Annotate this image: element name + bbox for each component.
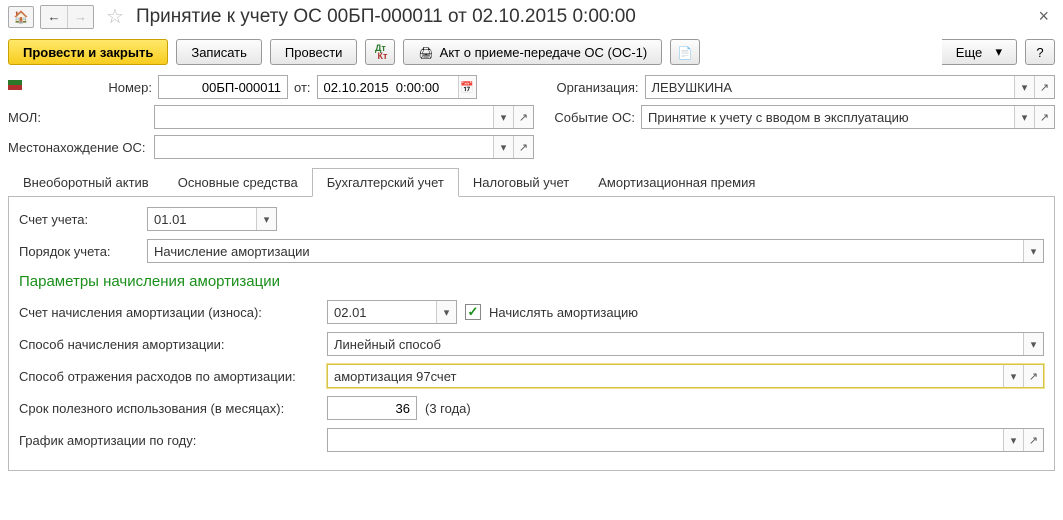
mol-value bbox=[155, 106, 493, 128]
tab-bonus[interactable]: Амортизационная премия bbox=[583, 168, 770, 197]
print-icon bbox=[418, 45, 433, 60]
method-value: Линейный способ bbox=[328, 333, 1023, 355]
schedule-field[interactable]: ▾ ↗ bbox=[327, 428, 1044, 452]
order-value: Начисление амортизации bbox=[148, 240, 1023, 262]
write-button[interactable]: Записать bbox=[176, 39, 262, 65]
event-value: Принятие к учету с вводом в эксплуатацию bbox=[642, 106, 1014, 128]
help-button[interactable]: ? bbox=[1025, 39, 1055, 65]
method-label: Способ начисления амортизации: bbox=[19, 337, 319, 352]
tab-accounting[interactable]: Бухгалтерский учет bbox=[312, 168, 459, 197]
from-label: от: bbox=[294, 80, 311, 95]
mol-label: МОЛ: bbox=[8, 110, 148, 125]
location-value bbox=[155, 136, 493, 158]
print-act-label: Акт о приеме-передаче ОС (ОС-1) bbox=[440, 45, 648, 60]
date-field[interactable] bbox=[317, 75, 477, 99]
life-field[interactable] bbox=[327, 396, 417, 420]
method-dropdown-icon[interactable]: ▾ bbox=[1023, 333, 1043, 355]
order-label: Порядок учета: bbox=[19, 244, 139, 259]
attachments-button[interactable] bbox=[670, 39, 700, 65]
location-dropdown-icon[interactable]: ▾ bbox=[493, 136, 513, 158]
life-input[interactable] bbox=[328, 397, 416, 419]
tabs: Внеоборотный актив Основные средства Бух… bbox=[8, 167, 1055, 197]
date-input[interactable] bbox=[318, 76, 458, 98]
tab-body-accounting: Счет учета: 01.01 ▾ Порядок учета: Начис… bbox=[8, 197, 1055, 471]
org-open-icon[interactable]: ↗ bbox=[1034, 76, 1054, 98]
page-title: Принятие к учету ОС 00БП-000011 от 02.10… bbox=[136, 6, 636, 28]
number-label: Номер: bbox=[102, 80, 152, 95]
section-title: Параметры начисления амортизации bbox=[19, 273, 1044, 290]
mol-dropdown-icon[interactable]: ▾ bbox=[493, 106, 513, 128]
location-open-icon[interactable]: ↗ bbox=[513, 136, 533, 158]
account-label: Счет учета: bbox=[19, 212, 139, 227]
order-field[interactable]: Начисление амортизации ▾ bbox=[147, 239, 1044, 263]
schedule-dropdown-icon[interactable]: ▾ bbox=[1003, 429, 1023, 451]
method-field[interactable]: Линейный способ ▾ bbox=[327, 332, 1044, 356]
expense-value: амортизация 97счет bbox=[328, 365, 1003, 387]
number-input[interactable] bbox=[159, 76, 287, 98]
favorite-star-icon[interactable]: ☆ bbox=[106, 4, 124, 29]
dep-account-field[interactable]: 02.01 ▾ bbox=[327, 300, 457, 324]
dtkt-icon: ДтКт bbox=[373, 44, 387, 60]
posted-flag-icon bbox=[8, 78, 26, 96]
location-label: Местонахождение ОС: bbox=[8, 140, 148, 155]
mol-open-icon[interactable]: ↗ bbox=[513, 106, 533, 128]
calendar-icon[interactable] bbox=[458, 76, 476, 98]
account-value: 01.01 bbox=[148, 208, 256, 230]
org-value: ЛЕВУШКИНА bbox=[646, 76, 1014, 98]
print-act-button[interactable]: Акт о приеме-передаче ОС (ОС-1) bbox=[403, 39, 662, 65]
schedule-value bbox=[328, 429, 1003, 451]
event-open-icon[interactable]: ↗ bbox=[1034, 106, 1054, 128]
event-field[interactable]: Принятие к учету с вводом в эксплуатацию… bbox=[641, 105, 1055, 129]
life-label: Срок полезного использования (в месяцах)… bbox=[19, 401, 319, 416]
org-field[interactable]: ЛЕВУШКИНА ▾ ↗ bbox=[645, 75, 1055, 99]
charge-dep-checkbox[interactable]: ✓ bbox=[465, 304, 481, 320]
account-field[interactable]: 01.01 ▾ bbox=[147, 207, 277, 231]
tab-tax[interactable]: Налоговый учет bbox=[458, 168, 584, 197]
home-button[interactable]: 🏠 bbox=[8, 6, 34, 28]
tab-noncurrent-asset[interactable]: Внеоборотный актив bbox=[8, 168, 164, 197]
forward-button[interactable]: → bbox=[67, 6, 93, 28]
dt-kt-button[interactable]: ДтКт bbox=[365, 39, 395, 65]
number-field[interactable] bbox=[158, 75, 288, 99]
event-dropdown-icon[interactable]: ▾ bbox=[1014, 106, 1034, 128]
dep-account-value: 02.01 bbox=[328, 301, 436, 323]
mol-field[interactable]: ▾ ↗ bbox=[154, 105, 534, 129]
post-and-close-button[interactable]: Провести и закрыть bbox=[8, 39, 168, 65]
post-button[interactable]: Провести bbox=[270, 39, 358, 65]
location-field[interactable]: ▾ ↗ bbox=[154, 135, 534, 159]
expense-field[interactable]: амортизация 97счет ▾ ↗ bbox=[327, 364, 1044, 388]
life-hint: (3 года) bbox=[425, 401, 471, 416]
schedule-open-icon[interactable]: ↗ bbox=[1023, 429, 1043, 451]
org-dropdown-icon[interactable]: ▾ bbox=[1014, 76, 1034, 98]
order-dropdown-icon[interactable]: ▾ bbox=[1023, 240, 1043, 262]
back-button[interactable]: ← bbox=[41, 6, 67, 28]
charge-dep-label: Начислять амортизацию bbox=[489, 305, 638, 320]
expense-open-icon[interactable]: ↗ bbox=[1023, 365, 1043, 387]
dep-account-dropdown-icon[interactable]: ▾ bbox=[436, 301, 456, 323]
account-dropdown-icon[interactable]: ▾ bbox=[256, 208, 276, 230]
tab-fixed-assets[interactable]: Основные средства bbox=[163, 168, 313, 197]
schedule-label: График амортизации по году: bbox=[19, 433, 319, 448]
dep-account-label: Счет начисления амортизации (износа): bbox=[19, 305, 319, 320]
expense-dropdown-icon[interactable]: ▾ bbox=[1003, 365, 1023, 387]
org-label: Организация: bbox=[549, 80, 639, 95]
expense-label: Способ отражения расходов по амортизации… bbox=[19, 369, 319, 384]
nav-history: ← → bbox=[40, 5, 94, 29]
event-label: Событие ОС: bbox=[540, 110, 635, 125]
more-button[interactable]: Еще ▾ bbox=[942, 39, 1017, 65]
doc-icon bbox=[678, 45, 693, 60]
close-icon[interactable]: × bbox=[1032, 6, 1055, 27]
